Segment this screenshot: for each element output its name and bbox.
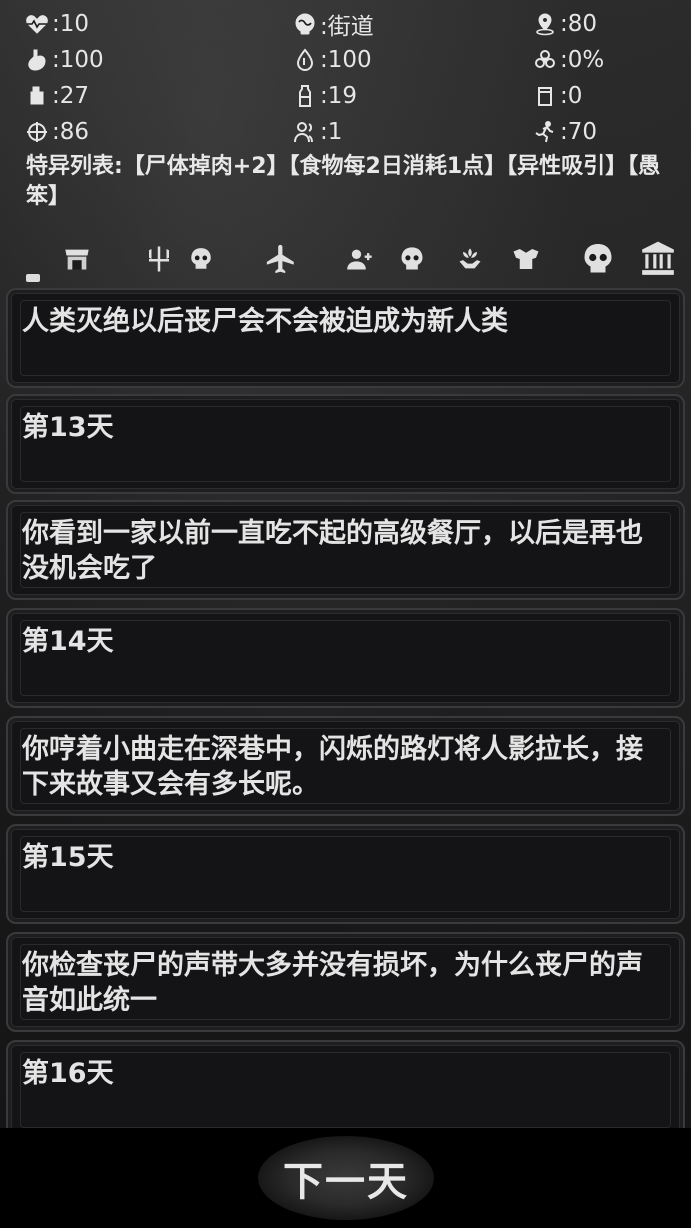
stat-health: :10	[24, 6, 292, 42]
action-icon-bar	[0, 236, 691, 282]
food-can-icon	[24, 83, 50, 109]
barrel-icon	[532, 83, 558, 109]
stat-value: :100	[320, 47, 372, 73]
log-entry: 你哼着小曲走在深巷中，闪烁的路灯将人影拉长，接下来故事又会有多长呢。	[6, 716, 685, 816]
stat-value: :10	[52, 11, 90, 37]
museum-icon[interactable]	[636, 241, 680, 276]
muscle-icon[interactable]	[506, 242, 546, 276]
log-entry: 你检查丧尸的声带大多并没有损坏，为什么丧尸的声音如此统一	[6, 932, 685, 1032]
day-header-text: 第16天	[22, 1058, 114, 1089]
shop-icon[interactable]	[62, 242, 92, 276]
trident-icon[interactable]	[142, 242, 176, 276]
airplane-icon[interactable]	[262, 242, 300, 276]
log-entry: 人类灭绝以后丧尸会不会被迫成为新人类	[6, 288, 685, 388]
day-header: 第13天	[6, 394, 685, 494]
day-header-text: 第15天	[22, 842, 114, 873]
stat-value: :70	[560, 119, 598, 145]
stat-value: :0	[560, 83, 583, 109]
stat-survivors: :1	[292, 114, 532, 150]
log-entry-text: 你哼着小曲走在深巷中，闪烁的路灯将人影拉长，接下来故事又会有多长呢。	[22, 734, 643, 800]
stats-panel: :10 :街道 :80 :100 :100 :0% :27 :19 :0 :86…	[24, 6, 674, 150]
stat-distance: :80	[532, 6, 674, 42]
day-header: 第14天	[6, 608, 685, 708]
running-icon	[532, 119, 558, 145]
stat-food: :27	[24, 78, 292, 114]
stat-value: :19	[320, 83, 358, 109]
next-day-button[interactable]: 下一天	[258, 1136, 434, 1220]
stat-value: :1	[320, 119, 343, 145]
skull-icon[interactable]	[186, 242, 216, 276]
stat-value: :86	[52, 119, 90, 145]
stat-value: :100	[52, 47, 104, 73]
stat-value: :27	[52, 83, 90, 109]
heart-pulse-icon	[24, 11, 50, 37]
survivors-icon	[292, 119, 318, 145]
skull-large-icon[interactable]	[578, 242, 618, 276]
log-entry-text: 你检查丧尸的声带大多并没有损坏，为什么丧尸的声音如此统一	[22, 950, 643, 1016]
event-log[interactable]: 人类灭绝以后丧尸会不会被迫成为新人类 第13天 你看到一家以前一直吃不起的高级餐…	[0, 284, 691, 1128]
add-person-icon[interactable]	[344, 242, 376, 276]
traits-list: 特异列表:【尸体掉肉+2】【食物每2日消耗1点】【异性吸引】【愚笨】	[26, 154, 661, 209]
crosshair-icon	[24, 119, 50, 145]
biohazard-icon	[532, 47, 558, 73]
stat-speed: :70	[532, 114, 674, 150]
day-header: 第16天	[6, 1040, 685, 1128]
brain-icon	[292, 11, 318, 37]
day-header: 第15天	[6, 824, 685, 924]
location-pin-icon	[532, 11, 558, 37]
stat-water: :19	[292, 78, 532, 114]
stat-hunger: :100	[24, 42, 292, 78]
day-header-text: 第14天	[22, 626, 114, 657]
stat-supplies: :0	[532, 78, 674, 114]
stat-value: :80	[560, 11, 598, 37]
log-entry-text: 你看到一家以前一直吃不起的高级餐厅，以后是再也没机会吃了	[22, 518, 643, 584]
water-drop-icon	[292, 47, 318, 73]
water-bottle-icon	[292, 83, 318, 109]
stomach-icon	[24, 47, 50, 73]
day-header-text: 第13天	[22, 412, 114, 443]
stat-value: :街道	[320, 14, 374, 40]
stat-accuracy: :86	[24, 114, 292, 150]
stat-thirst: :100	[292, 42, 532, 78]
log-entry-text: 人类灭绝以后丧尸会不会被迫成为新人类	[22, 306, 508, 337]
tab-indicator	[26, 274, 40, 282]
stat-location: :街道	[292, 6, 532, 42]
log-entry: 你看到一家以前一直吃不起的高级餐厅，以后是再也没机会吃了	[6, 500, 685, 600]
skull-icon[interactable]	[396, 242, 428, 276]
stat-value: :0%	[560, 47, 605, 73]
hand-sprout-icon[interactable]	[454, 242, 486, 276]
stat-infection: :0%	[532, 42, 674, 78]
